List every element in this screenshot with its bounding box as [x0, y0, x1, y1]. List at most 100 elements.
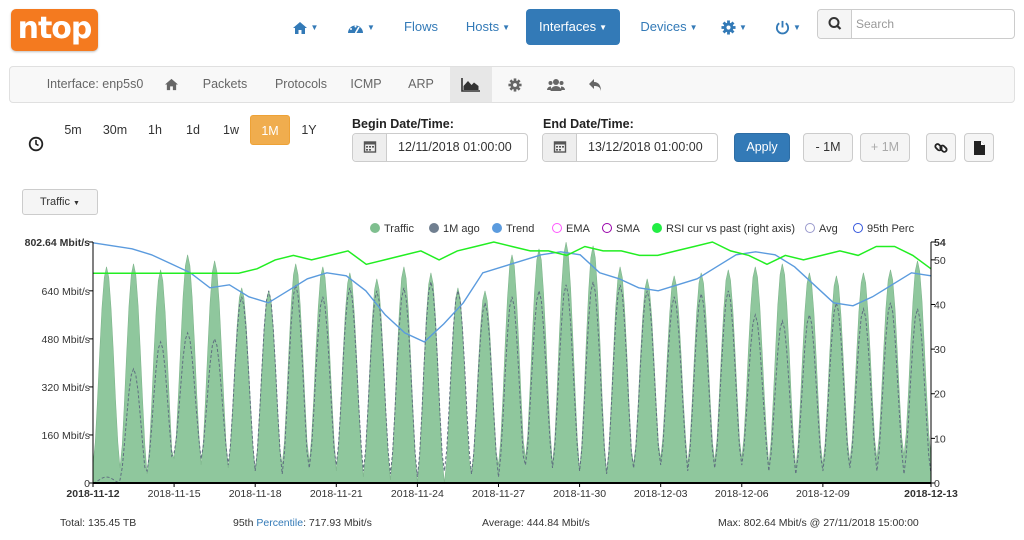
- chevron-down-icon: ▼: [793, 22, 801, 32]
- subnav-settings[interactable]: [504, 67, 526, 102]
- apply-button[interactable]: Apply: [734, 133, 790, 162]
- y-left-tick-label: 480 Mbit/s: [42, 334, 90, 346]
- max-traffic: Max: 802.64 Mbit/s @ 27/11/2018 15:00:00: [718, 517, 919, 529]
- search-box: [817, 9, 1015, 39]
- hosts-label: Hosts: [465, 19, 500, 34]
- range-button-1h[interactable]: 1h: [140, 115, 170, 145]
- range-button-1y[interactable]: 1Y: [292, 115, 326, 145]
- x-tick-label: 2018-11-12: [66, 488, 119, 500]
- end-datetime-label: End Date/Time:: [543, 117, 634, 131]
- x-tick-label: 2018-11-24: [391, 488, 444, 500]
- link-icon: [934, 142, 948, 153]
- average-traffic: Average: 444.84 Mbit/s: [482, 517, 590, 529]
- percentile-prefix: 95th: [233, 517, 257, 529]
- power-icon: [775, 21, 790, 35]
- begin-datetime-group: 12/11/2018 01:00:00: [352, 133, 528, 162]
- home-icon: [292, 21, 307, 34]
- permalink-button[interactable]: [926, 133, 956, 162]
- chevron-down-icon: ▼: [599, 22, 607, 32]
- y-right-tick-label: 50: [934, 255, 946, 267]
- chevron-down-icon: ▼: [739, 22, 747, 32]
- power-menu[interactable]: ▼: [766, 9, 810, 45]
- devices-label: Devices: [640, 19, 687, 34]
- chevron-down-icon: ▼: [73, 200, 80, 207]
- x-tick-label: 2018-12-06: [715, 488, 769, 500]
- begin-datetime-label: Begin Date/Time:: [352, 117, 454, 131]
- x-tick-label: 2018-12-03: [634, 488, 688, 500]
- begin-datetime-input[interactable]: 12/11/2018 01:00:00: [387, 134, 512, 161]
- end-calendar-button[interactable]: [543, 134, 577, 161]
- metric-dropdown-label: Traffic: [40, 196, 70, 208]
- interfaces-menu[interactable]: Interfaces ▼: [526, 9, 620, 45]
- search-icon: [828, 17, 842, 30]
- y-left-tick-label: 160 Mbit/s: [42, 430, 90, 442]
- begin-calendar-button[interactable]: [353, 134, 387, 161]
- subnav-packets[interactable]: Packets: [194, 67, 256, 102]
- subnav-home[interactable]: [156, 67, 186, 102]
- gear-icon: [508, 78, 522, 92]
- file-icon: [974, 140, 985, 155]
- range-button-1d[interactable]: 1d: [176, 115, 210, 145]
- chevron-down-icon: ▼: [367, 22, 375, 32]
- users-icon: [546, 78, 566, 91]
- y-right-tick-label: 20: [934, 389, 946, 401]
- y-left-tick-label: 802.64 Mbit/s: [25, 237, 91, 249]
- x-tick-label: 2018-11-30: [553, 488, 606, 500]
- clock-icon: [28, 136, 44, 155]
- metric-dropdown[interactable]: Traffic ▼: [22, 189, 98, 215]
- dashboard-menu[interactable]: ▼: [338, 9, 384, 45]
- hosts-menu[interactable]: Hosts ▼: [458, 9, 518, 45]
- subnav-charts[interactable]: [450, 67, 492, 102]
- subnav-users[interactable]: [544, 67, 568, 102]
- x-tick-label: 2018-12-13: [904, 488, 958, 500]
- range-button-1m[interactable]: 1M: [250, 115, 290, 145]
- settings-menu[interactable]: ▼: [712, 9, 756, 45]
- plus-1m-button[interactable]: + 1M: [860, 133, 910, 162]
- devices-menu[interactable]: Devices ▼: [628, 9, 710, 45]
- end-datetime-group: 13/12/2018 01:00:00: [542, 133, 718, 162]
- subnav-icmp[interactable]: ICMP: [346, 67, 386, 102]
- subnav-protocols[interactable]: Protocols: [268, 67, 334, 102]
- flows-menu[interactable]: Flows: [396, 9, 446, 45]
- interface-name-link[interactable]: Interface: enp5s0: [28, 67, 162, 102]
- subnav-arp[interactable]: ARP: [404, 67, 438, 102]
- interface-subnav: Interface: enp5s0 Packets Protocols ICMP…: [9, 66, 1015, 103]
- y-right-tick-label: 40: [934, 299, 946, 311]
- chevron-down-icon: ▼: [502, 22, 511, 32]
- x-tick-label: 2018-11-27: [472, 488, 525, 500]
- x-tick-label: 2018-11-15: [148, 488, 201, 500]
- y-left-tick-label: 320 Mbit/s: [42, 382, 90, 394]
- y-right-tick-label: 30: [934, 344, 946, 356]
- reply-arrow-icon: [589, 78, 601, 91]
- y-left-tick-label: 640 Mbit/s: [42, 286, 90, 298]
- search-button[interactable]: [818, 10, 852, 38]
- traffic-chart: 0160 Mbit/s320 Mbit/s480 Mbit/s640 Mbit/…: [25, 237, 958, 500]
- end-datetime-input[interactable]: 13/12/2018 01:00:00: [577, 134, 703, 161]
- home-menu[interactable]: ▼: [282, 9, 328, 45]
- percentile-link[interactable]: Percentile: [256, 517, 303, 529]
- range-button-30m[interactable]: 30m: [96, 115, 134, 145]
- download-button[interactable]: [964, 133, 994, 162]
- range-button-1w[interactable]: 1w: [214, 115, 248, 145]
- area-chart-icon: [461, 78, 480, 93]
- interfaces-label: Interfaces: [538, 19, 597, 34]
- calendar-icon: [553, 141, 567, 153]
- percentile-value: : 717.93 Mbit/s: [303, 517, 372, 529]
- search-input[interactable]: [856, 14, 1006, 34]
- y-right-tick-label: 10: [934, 433, 946, 445]
- x-tick-label: 2018-11-21: [310, 488, 363, 500]
- home-icon: [164, 79, 178, 91]
- percentile-stat: 95th Percentile: 717.93 Mbit/s: [233, 517, 372, 529]
- subnav-back[interactable]: [584, 67, 606, 102]
- x-tick-label: 2018-12-09: [796, 488, 850, 500]
- chevron-down-icon: ▼: [689, 22, 698, 32]
- y-right-tick-label: 54: [934, 237, 946, 249]
- minus-1m-button[interactable]: - 1M: [803, 133, 853, 162]
- chevron-down-icon: ▼: [310, 22, 319, 32]
- range-button-5m[interactable]: 5m: [58, 115, 88, 145]
- total-traffic: Total: 135.45 TB: [60, 517, 137, 529]
- x-tick-label: 2018-11-18: [229, 488, 282, 500]
- calendar-icon: [363, 141, 377, 153]
- ntop-logo[interactable]: ntop: [11, 9, 98, 51]
- traffic-area-series: [92, 242, 932, 484]
